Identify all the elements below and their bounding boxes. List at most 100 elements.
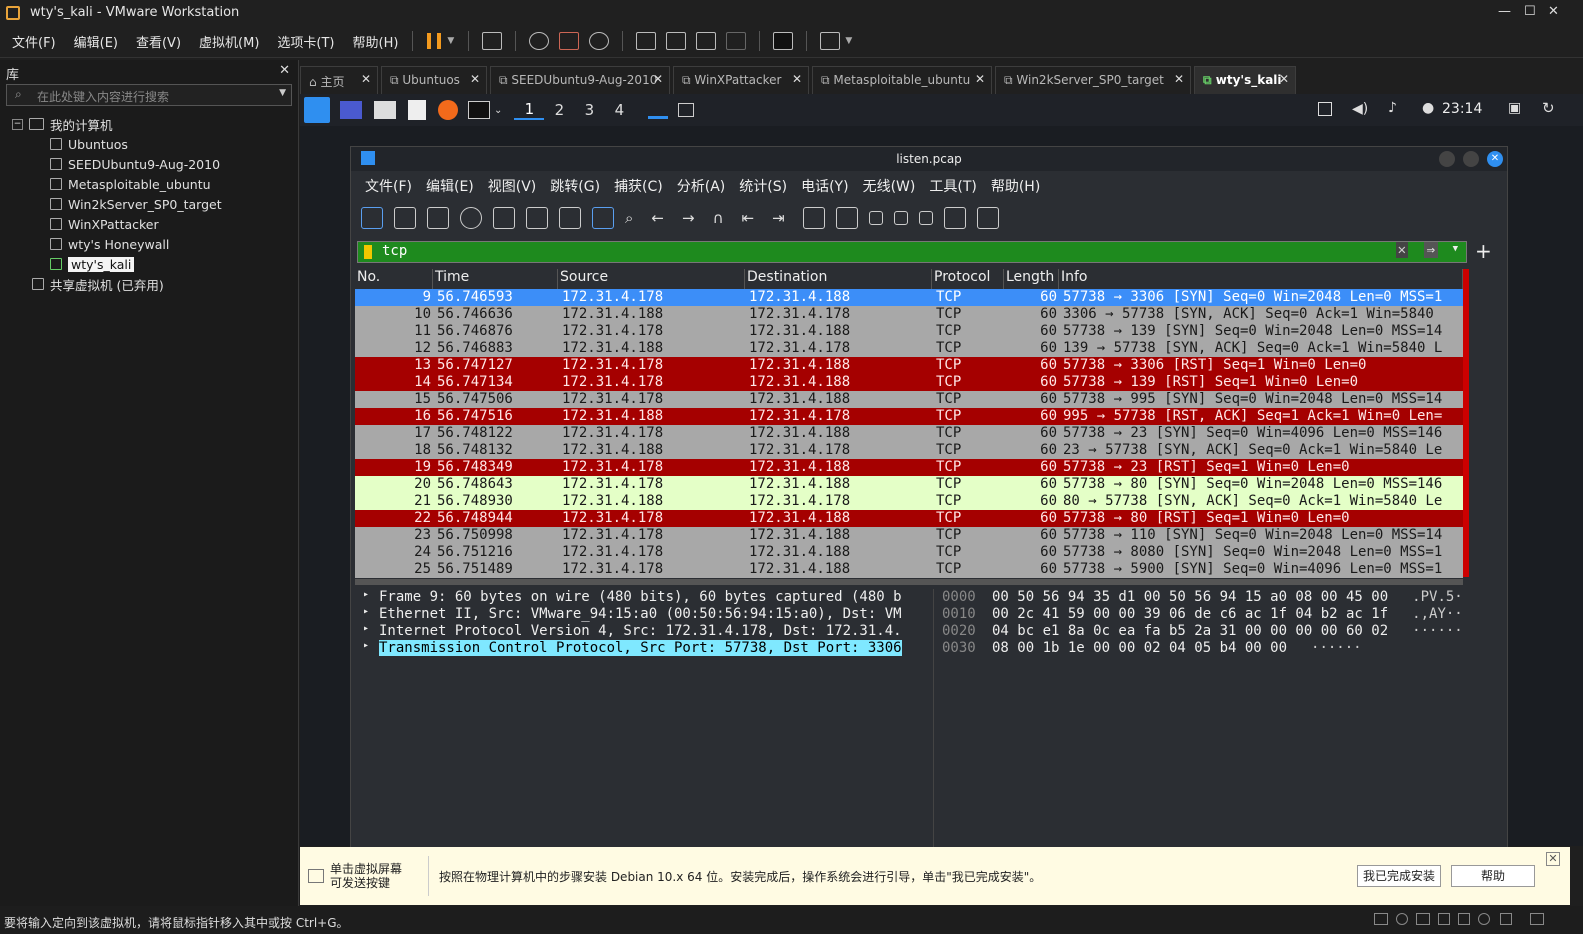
detail-frame[interactable]: ▸ Frame 9: 60 bytes on wire (480 bits), 6… (355, 589, 929, 606)
expand-icon[interactable]: ▸ (363, 589, 369, 600)
tab-seedubuntu[interactable]: ⧉ SEEDUbuntu9-Aug-2010 ✕ (490, 66, 670, 94)
resize-columns-icon[interactable] (943, 207, 966, 229)
clear-filter-icon[interactable]: ✕ (1395, 242, 1408, 258)
packet-row[interactable]: 24 56.751216 172.31.4.178 172.31.4.188 TCP 60… (355, 544, 1463, 561)
col-no[interactable]: No. (355, 269, 433, 289)
ws-menu-view[interactable]: 视图(V) (488, 176, 537, 196)
packet-row[interactable]: 12 56.746883 172.31.4.188 172.31.4.178 TCP 60… (355, 340, 1463, 357)
packet-row[interactable]: 17 56.748122 172.31.4.178 172.31.4.188 TCP 60… (355, 425, 1463, 442)
first-packet-icon[interactable]: ⇤ (742, 209, 755, 227)
colorize-icon[interactable] (835, 207, 858, 229)
packet-row[interactable]: 18 56.748132 172.31.4.188 172.31.4.178 TCP 60… (355, 442, 1463, 459)
packet-row[interactable]: 23 56.750998 172.31.4.178 172.31.4.188 TCP 60… (355, 527, 1463, 544)
workspace-1[interactable]: 1 (514, 100, 545, 120)
ws-menu-analyze[interactable]: 分析(A) (677, 176, 726, 196)
lock-icon[interactable]: ▣ (1508, 100, 1521, 116)
col-info[interactable]: Info (1059, 269, 1463, 289)
packet-row[interactable]: 21 56.748930 172.31.4.188 172.31.4.178 TCP 60… (355, 493, 1463, 510)
tab-win2kserver[interactable]: ⧉ Win2kServer_SP0_target ✕ (995, 66, 1191, 94)
fullscreen-icon[interactable] (696, 32, 717, 50)
packet-row[interactable]: 14 56.747134 172.31.4.178 172.31.4.188 TCP 60… (355, 374, 1463, 391)
packet-row[interactable]: 10 56.746636 172.31.4.188 172.31.4.178 TCP 60… (355, 306, 1463, 323)
wireshark-task-icon[interactable] (648, 101, 669, 119)
go-forward-icon[interactable]: → (682, 209, 695, 227)
tree-vm-win2kserver[interactable]: Win2kServer_SP0_target (0, 194, 298, 214)
normal-size-icon[interactable] (918, 211, 933, 225)
add-filter-button-icon[interactable]: + (1475, 239, 1492, 263)
start-capture-icon[interactable] (361, 207, 383, 229)
ws-menu-go[interactable]: 跳转(G) (550, 176, 600, 196)
zoom-out-icon[interactable] (893, 211, 908, 225)
col-destination[interactable]: Destination (745, 269, 932, 289)
detail-tcp[interactable]: ▸ Transmission Control Protocol, Src Port… (355, 640, 929, 657)
capture-options-icon[interactable] (460, 207, 482, 229)
tree-vm-seedubuntu[interactable]: SEEDUbuntu9-Aug-2010 (0, 154, 298, 174)
tree-vm-honeywall[interactable]: wty's Honeywall (0, 234, 298, 254)
close-library-icon[interactable]: ✕ (279, 63, 290, 78)
notification-icon[interactable]: ♪ (1388, 100, 1397, 116)
close-tab-icon[interactable]: ✕ (975, 72, 985, 86)
kali-menu-icon[interactable] (304, 97, 330, 123)
sound-card-icon[interactable] (1438, 913, 1450, 925)
close-file-icon[interactable] (559, 207, 581, 229)
workspace-3[interactable]: 3 (574, 101, 604, 119)
library-toggle-icon[interactable] (636, 32, 657, 50)
ws-menu-capture[interactable]: 捕获(C) (614, 176, 663, 196)
tab-ubuntuos[interactable]: ⧉ Ubuntuos ✕ (381, 66, 487, 94)
logout-icon[interactable]: ↻ (1542, 99, 1555, 117)
file-manager-icon[interactable] (374, 101, 396, 119)
packet-row[interactable]: 16 56.747516 172.31.4.188 172.31.4.178 TCP 60… (355, 408, 1463, 425)
packet-row[interactable]: 11 56.746876 172.31.4.178 172.31.4.188 TCP 60… (355, 323, 1463, 340)
zoom-in-icon[interactable] (868, 211, 883, 225)
packet-row[interactable]: 9 56.746593 172.31.4.178 172.31.4.188 TCP 60 5… (355, 289, 1463, 306)
display-icon[interactable] (1318, 102, 1332, 116)
tab-kali[interactable]: ⧉ wty's_kali ✕ (1194, 66, 1296, 94)
tree-shared-vms[interactable]: 共享虚拟机 (已弃用) (0, 274, 298, 294)
menu-view[interactable]: 查看(V) (136, 32, 181, 51)
tab-winxpattacker[interactable]: ⧉ WinXPattacker ✕ (673, 66, 809, 94)
packet-row[interactable]: 15 56.747506 172.31.4.178 172.31.4.188 TCP 60… (355, 391, 1463, 408)
hex-row[interactable]: 0010 00 2c 41 59 00 00 39 06 de c6 ac 1f … (934, 606, 1505, 623)
apply-filter-icon[interactable]: ⇒ (1423, 242, 1438, 258)
go-back-icon[interactable]: ← (651, 209, 664, 227)
pause-icon[interactable] (427, 33, 442, 49)
horizontal-scrollbar[interactable] (355, 579, 1463, 585)
thumbnail-bar-icon[interactable] (666, 32, 687, 50)
pause-dropdown-icon[interactable]: ▼ (447, 36, 454, 46)
tab-metasploitable[interactable]: ⧉ Metasploitable_ubuntu ✕ (812, 66, 992, 94)
close-button[interactable]: ✕ (1487, 151, 1503, 167)
restart-capture-icon[interactable] (427, 207, 449, 229)
firefox-icon[interactable] (438, 100, 458, 120)
ws-menu-edit[interactable]: 编辑(E) (426, 176, 474, 196)
terminal-task-icon[interactable] (678, 103, 695, 117)
menu-edit[interactable]: 编辑(E) (74, 32, 118, 51)
usb-icon[interactable] (1478, 913, 1490, 925)
stretch-dropdown-icon[interactable]: ▼ (845, 36, 852, 46)
network-adapter-icon[interactable] (1416, 913, 1430, 925)
stop-capture-icon[interactable] (394, 207, 416, 229)
volume-icon[interactable]: ◀) (1352, 101, 1368, 117)
col-protocol[interactable]: Protocol (932, 269, 1004, 289)
hard-disk-icon[interactable] (1374, 913, 1388, 925)
menu-tabs[interactable]: 选项卡(T) (277, 32, 334, 51)
ws-menu-tools[interactable]: 工具(T) (929, 176, 976, 196)
stretch-guest-icon[interactable] (820, 32, 841, 50)
layout-icon[interactable] (976, 207, 999, 229)
find-packet-icon[interactable]: ⌕ (625, 209, 633, 227)
snapshot-manager-icon[interactable] (589, 32, 610, 50)
ws-menu-wireless[interactable]: 无线(W) (863, 176, 916, 196)
fullscreen-status-icon[interactable] (1530, 913, 1544, 925)
ws-menu-telephony[interactable]: 电话(Y) (801, 176, 848, 196)
text-editor-icon[interactable] (408, 100, 426, 120)
close-tab-icon[interactable]: ✕ (470, 72, 480, 86)
go-to-packet-icon[interactable]: ∩ (713, 209, 724, 227)
search-dropdown-icon[interactable]: ▼ (279, 88, 286, 98)
packet-row[interactable]: 20 56.748643 172.31.4.178 172.31.4.188 TCP 60… (355, 476, 1463, 493)
packet-row[interactable]: 25 56.751489 172.31.4.178 172.31.4.188 TCP 60… (355, 561, 1463, 578)
minimize-button[interactable]: — (1498, 4, 1511, 19)
terminal-dropdown-icon[interactable]: ⌄ (494, 105, 502, 116)
close-tab-icon[interactable]: ✕ (1174, 72, 1184, 86)
reload-icon[interactable] (592, 207, 614, 229)
send-ctrl-alt-del-icon[interactable] (482, 32, 503, 50)
ws-menu-file[interactable]: 文件(F) (365, 176, 412, 196)
